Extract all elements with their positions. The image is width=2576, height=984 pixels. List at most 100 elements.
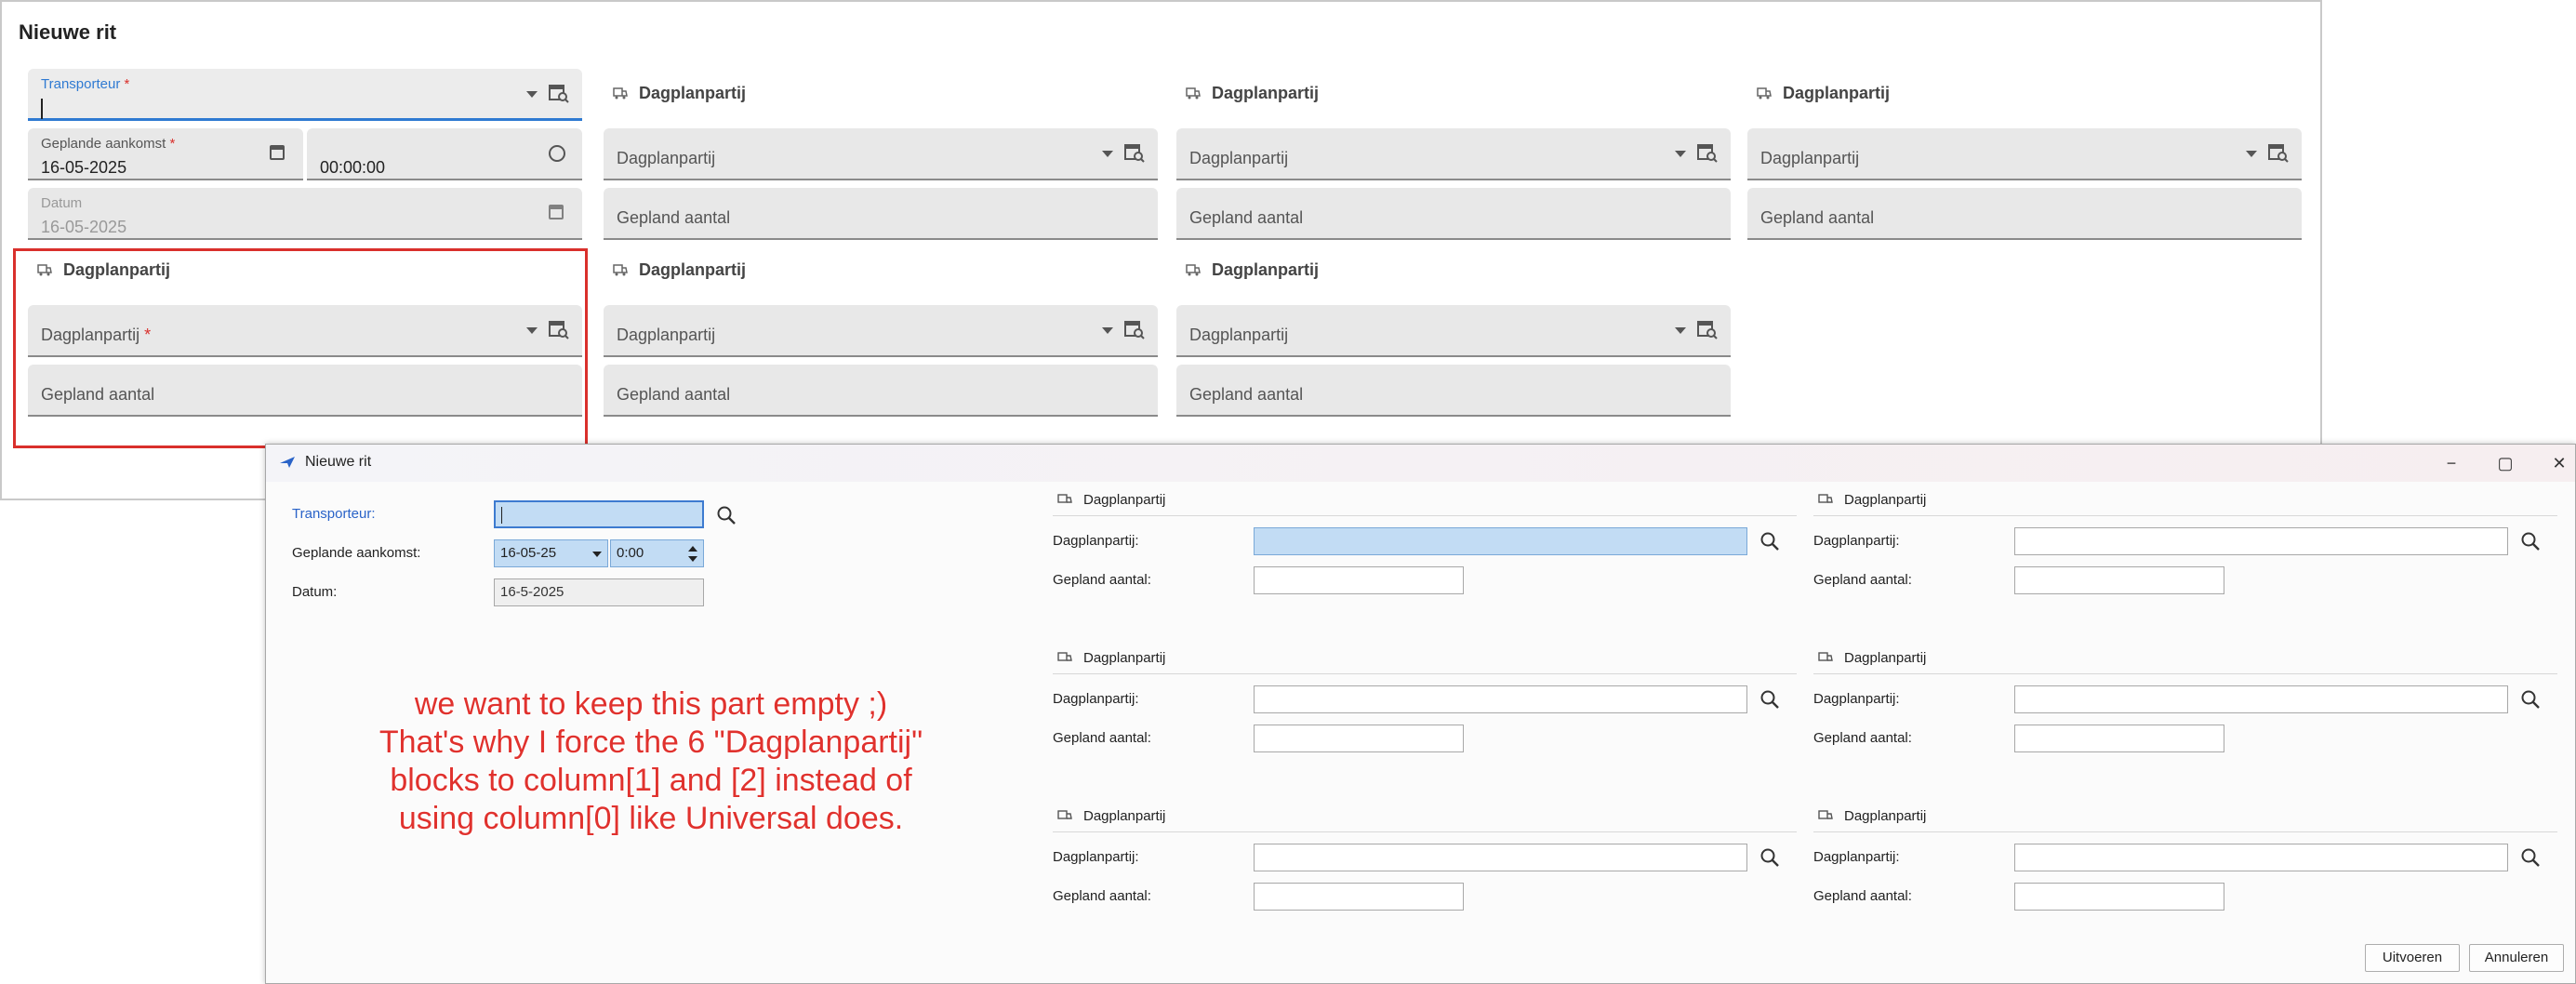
spin-down-icon[interactable] bbox=[688, 556, 697, 562]
dagplan-field[interactable]: Dagplanpartij bbox=[604, 305, 1158, 357]
aankomst-time-field[interactable]: 00:00:00 bbox=[307, 128, 582, 180]
dropdown-arrow-icon[interactable] bbox=[1675, 151, 1686, 157]
calendar-icon[interactable] bbox=[270, 145, 285, 160]
native-titlebar: Nieuwe rit − ▢ ✕ bbox=[266, 445, 2575, 482]
aankomst-date-input[interactable]: 16-05-25 bbox=[494, 539, 608, 567]
dagplan-label: Dagplanpartij: bbox=[1053, 849, 1139, 865]
transporteur-input[interactable] bbox=[494, 500, 704, 528]
lookup-search-icon[interactable] bbox=[549, 85, 569, 103]
gepland-aantal-field[interactable]: Gepland aantal bbox=[1176, 365, 1731, 417]
required-mark: * bbox=[169, 136, 176, 152]
clock-icon[interactable] bbox=[549, 145, 565, 162]
dropdown-arrow-icon[interactable] bbox=[1102, 151, 1113, 157]
required-mark: * bbox=[124, 76, 130, 92]
lookup-search-icon[interactable] bbox=[1124, 321, 1145, 339]
truck-icon bbox=[1818, 494, 1833, 503]
section-title: Dagplanpartij bbox=[1212, 84, 1320, 102]
truck-icon bbox=[613, 87, 628, 100]
aantal-placeholder: Gepland aantal bbox=[617, 208, 731, 227]
spin-up-icon[interactable] bbox=[688, 546, 697, 552]
truck-icon bbox=[1818, 652, 1833, 661]
truck-icon bbox=[1818, 810, 1833, 819]
native-title: Nieuwe rit bbox=[305, 454, 372, 470]
dagplan-input[interactable] bbox=[2014, 844, 2508, 871]
datum-field: Datum 16-05-2025 bbox=[28, 188, 582, 240]
dagplan-placeholder: Dagplanpartij bbox=[1760, 149, 1860, 167]
datum-value: 16-05-2025 bbox=[41, 218, 127, 236]
close-button[interactable]: ✕ bbox=[2532, 448, 2576, 478]
search-icon[interactable] bbox=[1759, 531, 1780, 556]
truck-icon bbox=[1757, 87, 1772, 100]
chevron-down-icon[interactable] bbox=[592, 552, 602, 557]
dropdown-arrow-icon[interactable] bbox=[526, 91, 538, 98]
dropdown-arrow-icon[interactable] bbox=[2246, 151, 2257, 157]
gepland-aantal-field[interactable]: Gepland aantal bbox=[1176, 188, 1731, 240]
search-icon[interactable] bbox=[2520, 531, 2541, 556]
dagplan-input[interactable] bbox=[2014, 527, 2508, 555]
search-icon[interactable] bbox=[2520, 847, 2541, 872]
aankomst-date-value: 16-05-2025 bbox=[41, 158, 127, 177]
section-divider bbox=[1813, 831, 2557, 832]
app-logo-icon bbox=[280, 457, 295, 468]
lookup-search-icon[interactable] bbox=[1697, 144, 1718, 163]
aankomst-time-value: 0:00 bbox=[617, 545, 644, 561]
section-title: Dagplanpartij bbox=[1844, 650, 1927, 666]
truck-icon bbox=[1057, 652, 1072, 661]
section-divider bbox=[1053, 515, 1797, 516]
lookup-search-icon[interactable] bbox=[2268, 144, 2289, 163]
gepland-aantal-input[interactable] bbox=[2014, 883, 2224, 911]
dagplan-label: Dagplanpartij: bbox=[1813, 849, 1900, 865]
dropdown-arrow-icon[interactable] bbox=[1102, 327, 1113, 334]
search-icon[interactable] bbox=[1759, 689, 1780, 714]
gepland-aantal-field[interactable]: Gepland aantal bbox=[604, 188, 1158, 240]
minimize-button[interactable]: − bbox=[2424, 448, 2478, 478]
annotation-text: we want to keep this part empty ;) That'… bbox=[307, 685, 995, 838]
dropdown-arrow-icon[interactable] bbox=[1675, 327, 1686, 334]
dagplan-label: Dagplanpartij: bbox=[1813, 691, 1900, 707]
gepland-aantal-input[interactable] bbox=[2014, 566, 2224, 594]
search-icon[interactable] bbox=[716, 505, 737, 525]
transporteur-field[interactable]: Transporteur * bbox=[28, 69, 582, 121]
aankomst-label: Geplande aankomst: bbox=[292, 545, 421, 561]
truck-icon bbox=[1057, 494, 1072, 503]
section-divider bbox=[1813, 673, 2557, 674]
gepland-aantal-input[interactable] bbox=[1254, 566, 1464, 594]
aantal-placeholder: Gepland aantal bbox=[1189, 208, 1304, 227]
aankomst-label: Geplande aankomst bbox=[41, 136, 166, 152]
dagplan-placeholder: Dagplanpartij bbox=[617, 326, 716, 344]
search-icon[interactable] bbox=[1759, 847, 1780, 872]
section-title: Dagplanpartij bbox=[1212, 260, 1320, 279]
section-title: Dagplanpartij bbox=[1083, 650, 1166, 666]
aantal-placeholder: Gepland aantal bbox=[1760, 208, 1875, 227]
search-icon[interactable] bbox=[2520, 689, 2541, 714]
annuleren-button[interactable]: Annuleren bbox=[2469, 944, 2564, 972]
lookup-search-icon[interactable] bbox=[1124, 144, 1145, 163]
gepland-aantal-field[interactable]: Gepland aantal bbox=[604, 365, 1158, 417]
gepland-aantal-input[interactable] bbox=[2014, 725, 2224, 752]
section-title: Dagplanpartij bbox=[1083, 808, 1166, 824]
gepland-aantal-field[interactable]: Gepland aantal bbox=[1747, 188, 2302, 240]
text-cursor bbox=[41, 99, 43, 119]
dagplan-label: Dagplanpartij: bbox=[1053, 691, 1139, 707]
dagplan-field[interactable]: Dagplanpartij bbox=[1176, 305, 1731, 357]
dagplan-input[interactable] bbox=[2014, 685, 2508, 713]
aantal-label: Gepland aantal: bbox=[1053, 730, 1151, 746]
uitvoeren-button[interactable]: Uitvoeren bbox=[2365, 944, 2460, 972]
aankomst-date-field[interactable]: Geplande aankomst * 16-05-2025 bbox=[28, 128, 303, 180]
dagplan-placeholder: Dagplanpartij bbox=[617, 149, 716, 167]
aantal-placeholder: Gepland aantal bbox=[1189, 385, 1304, 404]
web-dialog: Nieuwe rit Transporteur * Geplande aanko… bbox=[0, 0, 2322, 500]
gepland-aantal-input[interactable] bbox=[1254, 883, 1464, 911]
dagplan-input[interactable] bbox=[1254, 527, 1747, 555]
dagplan-input[interactable] bbox=[1254, 844, 1747, 871]
aantal-label: Gepland aantal: bbox=[1813, 572, 1912, 588]
dagplan-field[interactable]: Dagplanpartij bbox=[1176, 128, 1731, 180]
gepland-aantal-input[interactable] bbox=[1254, 725, 1464, 752]
dagplan-placeholder: Dagplanpartij bbox=[1189, 149, 1289, 167]
lookup-search-icon[interactable] bbox=[1697, 321, 1718, 339]
dagplan-input[interactable] bbox=[1254, 685, 1747, 713]
dagplan-field[interactable]: Dagplanpartij bbox=[604, 128, 1158, 180]
dagplan-field[interactable]: Dagplanpartij bbox=[1747, 128, 2302, 180]
aankomst-time-input[interactable]: 0:00 bbox=[610, 539, 704, 567]
maximize-button[interactable]: ▢ bbox=[2478, 448, 2532, 478]
